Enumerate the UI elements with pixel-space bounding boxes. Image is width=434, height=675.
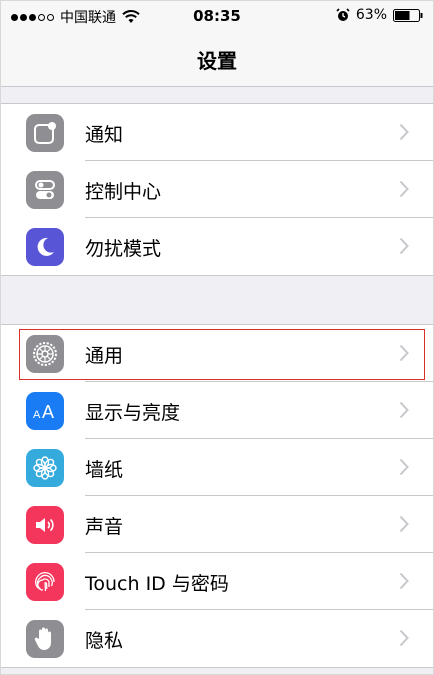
settings-screen: 中国联通 08:35 63% 设置 通知 控制中心 勿扰模式 通用 A A 显示… bbox=[0, 0, 434, 675]
chevron-right-icon bbox=[399, 180, 409, 198]
settings-group-1: 通知 控制中心 勿扰模式 bbox=[1, 103, 433, 276]
row-label: 控制中心 bbox=[85, 181, 162, 203]
battery-percent: 63% bbox=[355, 7, 387, 23]
battery-icon bbox=[393, 8, 423, 22]
display-brightness-icon: A A bbox=[26, 392, 64, 430]
privacy-hand-icon bbox=[26, 620, 64, 658]
alarm-clock-icon bbox=[336, 8, 350, 21]
wallpaper-flower-icon bbox=[26, 449, 64, 487]
settings-row-do-not-disturb[interactable]: 勿扰模式 bbox=[1, 218, 433, 275]
gear-icon bbox=[26, 335, 64, 373]
chevron-right-icon bbox=[399, 629, 409, 647]
svg-text:A: A bbox=[33, 409, 41, 421]
row-label: 显示与亮度 bbox=[85, 402, 181, 424]
chevron-right-icon bbox=[399, 515, 409, 533]
fingerprint-icon bbox=[26, 563, 64, 601]
page-title: 设置 bbox=[197, 49, 237, 73]
settings-row-wallpaper[interactable]: 墙纸 bbox=[1, 439, 433, 496]
settings-row-sounds[interactable]: 声音 bbox=[1, 496, 433, 553]
settings-row-touch-id-passcode[interactable]: Touch ID 与密码 bbox=[1, 553, 433, 610]
chevron-right-icon bbox=[399, 123, 409, 141]
notifications-icon bbox=[26, 114, 64, 152]
row-label: 隐私 bbox=[85, 630, 124, 652]
chevron-right-icon bbox=[399, 572, 409, 590]
settings-row-privacy[interactable]: 隐私 bbox=[1, 610, 433, 667]
settings-row-notifications[interactable]: 通知 bbox=[1, 104, 433, 161]
chevron-right-icon bbox=[399, 401, 409, 419]
settings-group-2: 通用 A A 显示与亮度 墙纸 声音 Touch ID 与密码 隐私 bbox=[1, 324, 433, 668]
row-label: 通用 bbox=[85, 345, 124, 367]
chevron-right-icon bbox=[399, 344, 409, 362]
do-not-disturb-moon-icon bbox=[26, 228, 64, 266]
row-label: 声音 bbox=[85, 516, 124, 538]
navigation-bar: 设置 bbox=[1, 31, 433, 87]
settings-row-general[interactable]: 通用 bbox=[1, 325, 433, 382]
row-label: 墙纸 bbox=[85, 459, 124, 481]
chevron-right-icon bbox=[399, 237, 409, 255]
row-label: 通知 bbox=[85, 124, 124, 146]
svg-text:A: A bbox=[42, 402, 54, 422]
chevron-right-icon bbox=[399, 458, 409, 476]
status-right: 63% bbox=[336, 7, 423, 23]
status-bar: 中国联通 08:35 63% bbox=[1, 1, 433, 31]
sounds-speaker-icon bbox=[26, 506, 64, 544]
row-label: 勿扰模式 bbox=[85, 238, 162, 260]
settings-row-control-center[interactable]: 控制中心 bbox=[1, 161, 433, 218]
row-label: Touch ID 与密码 bbox=[85, 573, 229, 595]
control-center-icon bbox=[26, 171, 64, 209]
settings-row-display-brightness[interactable]: A A 显示与亮度 bbox=[1, 382, 433, 439]
